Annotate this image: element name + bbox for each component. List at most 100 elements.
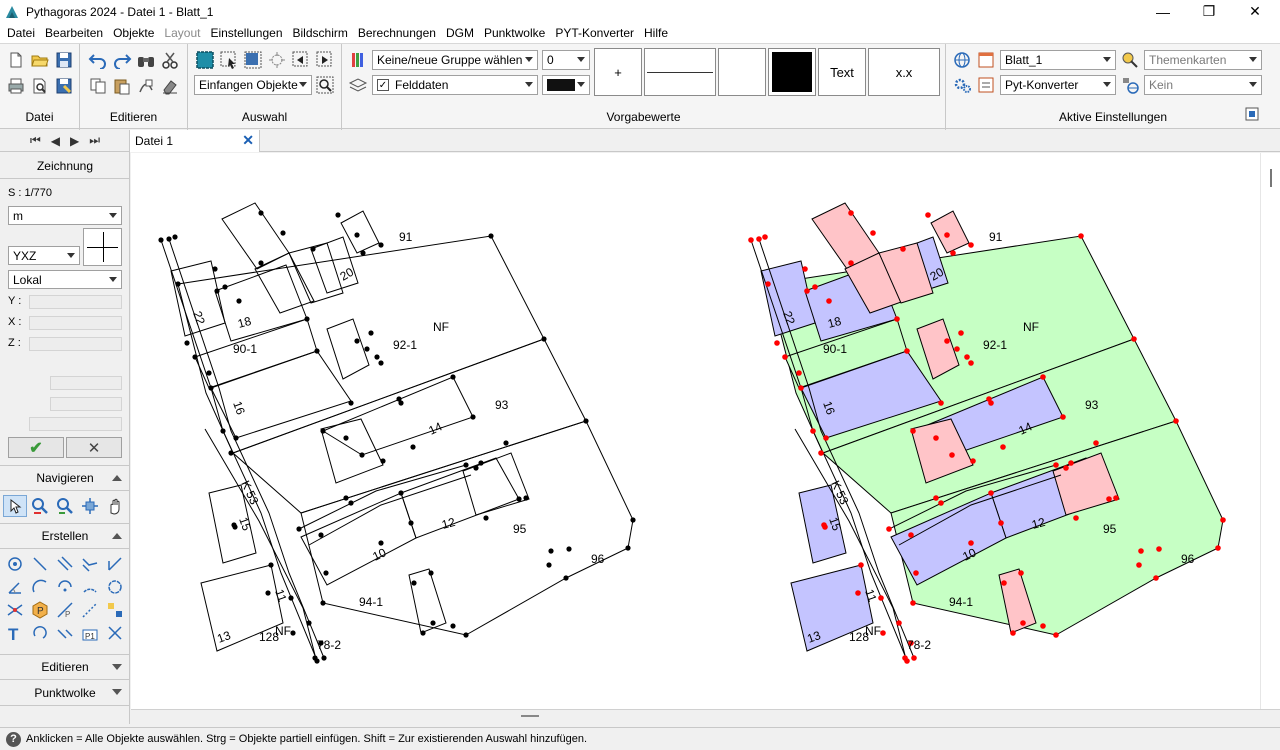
left-survey-point[interactable] (488, 233, 494, 239)
right-survey-point[interactable] (812, 284, 818, 290)
left-building-10[interactable] (300, 492, 417, 586)
left-survey-point[interactable] (463, 632, 469, 638)
menu-bearbeiten[interactable]: Bearbeiten (40, 26, 108, 40)
zoom-out-icon[interactable] (28, 495, 52, 517)
left-survey-point[interactable] (321, 655, 327, 661)
left-survey-point[interactable] (343, 435, 349, 441)
network-select[interactable]: Kein (1144, 75, 1262, 95)
left-building-92-1[interactable] (326, 318, 370, 380)
left-parcel-95[interactable] (300, 420, 634, 636)
left-survey-point[interactable] (478, 460, 484, 466)
network-globe-icon[interactable] (1120, 75, 1140, 95)
menu-berechnungen[interactable]: Berechnungen (353, 26, 441, 40)
menu-layout[interactable]: Layout (159, 26, 205, 40)
right-survey-point[interactable] (900, 246, 906, 252)
section-erstellen[interactable]: Erstellen (0, 523, 130, 549)
eraser-icon[interactable] (160, 76, 180, 96)
left-survey-point[interactable] (420, 630, 426, 636)
angle-line-icon[interactable] (103, 553, 127, 575)
right-survey-point[interactable] (1000, 444, 1006, 450)
right-survey-point[interactable] (911, 655, 917, 661)
select-polygon-icon[interactable] (243, 50, 263, 70)
right-survey-point[interactable] (904, 348, 910, 354)
left-survey-point[interactable] (430, 620, 436, 626)
right-survey-point[interactable] (1113, 495, 1119, 501)
unit-select[interactable]: m (8, 206, 122, 225)
hand-icon[interactable] (103, 495, 127, 517)
left-survey-point[interactable] (166, 236, 172, 242)
right-survey-point[interactable] (870, 230, 876, 236)
confirm-button[interactable]: ✔ (8, 437, 64, 458)
right-survey-point[interactable] (748, 237, 754, 243)
left-survey-point[interactable] (228, 450, 234, 456)
scrollbar-thumb[interactable] (1270, 169, 1272, 187)
left-survey-point[interactable] (184, 340, 190, 346)
right-survey-point[interactable] (810, 428, 816, 434)
left-survey-point[interactable] (364, 346, 370, 352)
text-style-button[interactable]: Text (818, 48, 866, 96)
menu-datei[interactable]: Datei (2, 26, 40, 40)
right-survey-point[interactable] (944, 338, 950, 344)
arc-center-icon[interactable] (53, 576, 77, 598)
left-survey-point[interactable] (314, 348, 320, 354)
left-survey-point[interactable] (318, 532, 324, 538)
right-survey-point[interactable] (756, 236, 762, 242)
right-survey-point[interactable] (986, 396, 992, 402)
right-survey-point[interactable] (1156, 546, 1162, 552)
point-on-line-icon[interactable]: P (53, 599, 77, 621)
layer-select[interactable]: ✓ Felddaten (372, 75, 538, 95)
left-survey-point[interactable] (398, 490, 404, 496)
left-survey-point[interactable] (233, 435, 239, 441)
left-survey-point[interactable] (214, 288, 220, 294)
left-survey-point[interactable] (380, 458, 386, 464)
section-editieren[interactable]: Editieren (0, 654, 130, 680)
left-survey-point[interactable] (306, 620, 312, 626)
right-survey-point[interactable] (848, 210, 854, 216)
right-survey-point[interactable] (818, 450, 824, 456)
layers-icon[interactable] (348, 75, 368, 95)
right-survey-point[interactable] (1220, 517, 1226, 523)
select-next-icon[interactable] (315, 50, 335, 70)
left-survey-point[interactable] (428, 570, 434, 576)
left-survey-point[interactable] (473, 465, 479, 471)
save-icon[interactable] (54, 50, 74, 70)
left-survey-point[interactable] (343, 495, 349, 501)
dimension-tool-icon[interactable] (53, 622, 77, 644)
right-survey-point[interactable] (958, 330, 964, 336)
pan-move-icon[interactable] (78, 495, 102, 517)
print-icon[interactable] (6, 76, 26, 96)
menu-objekte[interactable]: Objekte (108, 26, 159, 40)
left-survey-point[interactable] (563, 575, 569, 581)
cancel-button[interactable]: ✕ (66, 437, 122, 458)
left-building-14[interactable] (321, 376, 474, 456)
left-survey-point[interactable] (360, 250, 366, 256)
tab-close-icon[interactable]: ✕ (242, 132, 254, 149)
pointer-tool-icon[interactable] (3, 495, 27, 517)
left-survey-point[interactable] (378, 242, 384, 248)
left-survey-point[interactable] (348, 400, 354, 406)
section-punktwolke[interactable]: Punktwolke (0, 680, 130, 706)
left-survey-point[interactable] (625, 545, 631, 551)
binoculars-icon[interactable] (136, 50, 156, 70)
right-survey-point[interactable] (1063, 465, 1069, 471)
angle-arc-icon[interactable] (3, 576, 27, 598)
menu-hilfe[interactable]: Hilfe (639, 26, 673, 40)
right-survey-point[interactable] (1068, 460, 1074, 466)
left-survey-point[interactable] (374, 354, 380, 360)
right-survey-point[interactable] (1153, 575, 1159, 581)
left-survey-point[interactable] (410, 444, 416, 450)
copy-icon[interactable] (88, 76, 108, 96)
right-survey-point[interactable] (822, 524, 828, 530)
new-file-icon[interactable] (6, 50, 26, 70)
left-survey-point[interactable] (172, 234, 178, 240)
right-survey-point[interactable] (855, 590, 861, 596)
right-survey-point[interactable] (848, 260, 854, 266)
left-survey-point[interactable] (503, 440, 509, 446)
fill-black-button[interactable] (768, 48, 816, 96)
right-survey-point[interactable] (796, 370, 802, 376)
line-style-button[interactable] (644, 48, 716, 96)
right-survey-point[interactable] (913, 570, 919, 576)
coord-system-select[interactable]: Lokal (8, 270, 122, 289)
right-survey-point[interactable] (774, 340, 780, 346)
left-survey-point[interactable] (450, 623, 456, 629)
